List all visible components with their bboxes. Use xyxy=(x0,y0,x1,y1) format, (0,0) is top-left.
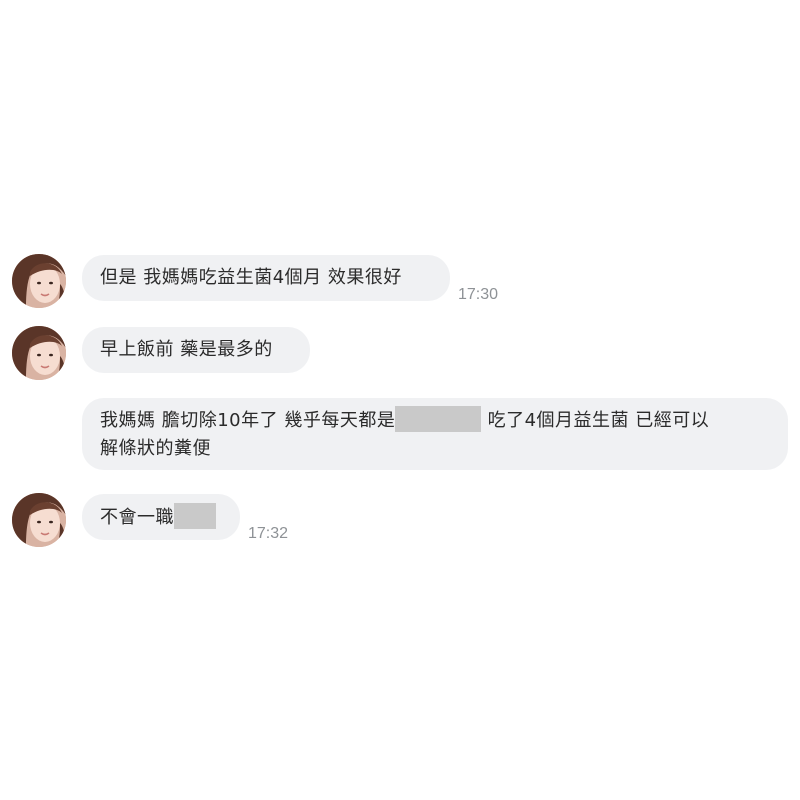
message-text: 吃了4個月益生菌 已經可以 xyxy=(481,410,710,431)
contact-avatar[interactable] xyxy=(12,493,66,547)
avatar-photo-icon xyxy=(12,493,66,547)
message-timestamp: 17:30 xyxy=(458,286,499,303)
avatar-photo-icon xyxy=(12,254,66,308)
redaction-block xyxy=(395,406,482,432)
message-bubble[interactable]: 早上飯前 藥是最多的 xyxy=(82,327,310,373)
message-text: 但是 我媽媽吃益生菌4個月 效果很好 xyxy=(100,267,402,288)
message-bubble[interactable]: 不會一職 xyxy=(82,494,240,540)
message-text: 不會一職 xyxy=(100,507,174,528)
message-text: 早上飯前 藥是最多的 xyxy=(100,339,273,360)
contact-avatar[interactable] xyxy=(12,326,66,380)
contact-avatar[interactable] xyxy=(12,254,66,308)
redaction-block xyxy=(174,503,216,529)
message-timestamp: 17:32 xyxy=(248,525,289,542)
message-text: 我媽媽 膽切除10年了 幾乎每天都是 xyxy=(100,410,396,431)
message-bubble[interactable]: 我媽媽 膽切除10年了 幾乎每天都是 吃了4個月益生菌 已經可以 解條狀的糞便 xyxy=(82,398,788,470)
message-bubble[interactable]: 但是 我媽媽吃益生菌4個月 效果很好 xyxy=(82,255,450,301)
avatar-photo-icon xyxy=(12,326,66,380)
message-text: 解條狀的糞便 xyxy=(100,438,211,459)
